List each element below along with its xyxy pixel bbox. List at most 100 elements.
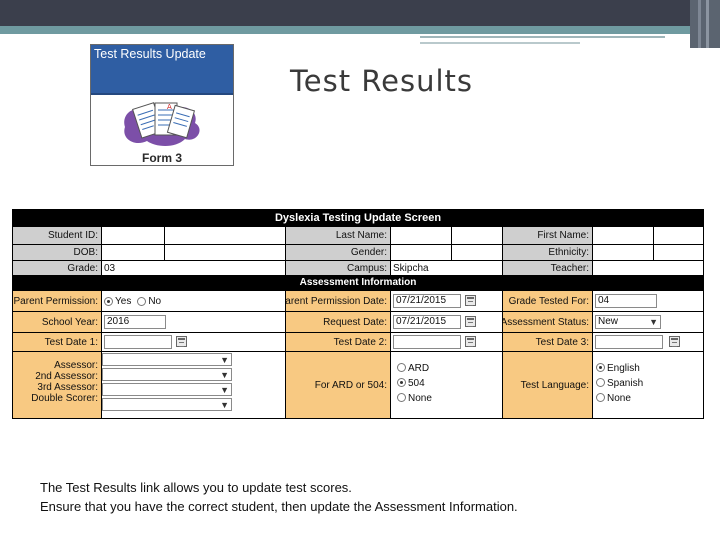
row-test-dates: Test Date 1: Test Date 2: Test Date 3:: [13, 333, 703, 351]
permission-yes-label: Yes: [115, 295, 132, 307]
second-assessor-label: 2nd Assessor:: [35, 371, 98, 382]
row-student-name: Student ID: Last Name: First Name:: [13, 227, 703, 244]
student-id-label: Student ID:: [13, 227, 101, 244]
test-date1-cell: [102, 333, 285, 351]
gender-extra: [452, 245, 502, 260]
chevron-down-icon: ▼: [220, 355, 229, 365]
campus-label: Campus:: [286, 261, 390, 275]
504-radio[interactable]: [397, 378, 406, 387]
double-scorer-label: Double Scorer:: [31, 393, 98, 404]
test-date2-cell: [391, 333, 502, 351]
third-assessor-label: 3rd Assessor:: [37, 382, 98, 393]
double-scorer-select[interactable]: ▼: [102, 398, 232, 411]
test-date1-label: Test Date 1:: [13, 333, 101, 351]
gender-value[interactable]: [391, 245, 451, 260]
button-footer: Form 3: [141, 151, 182, 165]
third-assessor-select[interactable]: ▼: [102, 383, 232, 396]
ard-option-label: ARD: [408, 363, 430, 374]
slide-header-bar: [0, 0, 720, 26]
chevron-down-icon: ▼: [220, 385, 229, 395]
first-name-label: First Name:: [503, 227, 592, 244]
row-school-year: School Year: 2016 Request Date: 07/21/20…: [13, 312, 703, 332]
school-year-cell: 2016: [102, 312, 285, 332]
504-option-label: 504: [408, 378, 425, 389]
header-rule: [420, 36, 665, 38]
first-name-value[interactable]: [593, 227, 653, 244]
language-none-radio[interactable]: [596, 393, 605, 402]
calendar-icon[interactable]: [465, 336, 476, 347]
english-option-label: English: [607, 363, 640, 374]
language-none-option-label: None: [607, 393, 631, 404]
dob-label: DOB:: [13, 245, 101, 260]
permission-date-cell: 07/21/2015: [391, 291, 502, 311]
student-id-extra: [165, 227, 285, 244]
grade-value: 03: [102, 261, 285, 275]
english-radio[interactable]: [596, 363, 605, 372]
permission-no-radio[interactable]: [137, 296, 147, 306]
slide-header-accent: [0, 26, 720, 34]
ethnicity-value[interactable]: [593, 245, 653, 260]
teacher-value: [593, 261, 703, 275]
test-date3-input[interactable]: [595, 335, 663, 349]
spanish-radio[interactable]: [596, 378, 605, 387]
request-date-label: Request Date:: [286, 312, 390, 332]
ard-radio[interactable]: [397, 363, 406, 372]
none-radio[interactable]: [397, 393, 406, 402]
caption-line-1: The Test Results link allows you to upda…: [40, 480, 352, 495]
school-year-input[interactable]: 2016: [104, 315, 166, 329]
corner-decoration: [690, 0, 720, 48]
caption-line-2: Ensure that you have the correct student…: [40, 499, 518, 514]
ard-504-label: For ARD or 504:: [286, 352, 390, 418]
grade-label: Grade:: [13, 261, 101, 275]
assessment-status-label: Assessment Status:: [503, 312, 592, 332]
assessment-status-cell: New ▼: [593, 312, 703, 332]
dyslexia-update-form: Dyslexia Testing Update Screen Student I…: [12, 209, 704, 419]
row-assessors: Assessor: 2nd Assessor: 3rd Assessor: Do…: [13, 352, 703, 418]
row-permission: Parent Permission: Yes No Parent Permiss…: [13, 291, 703, 311]
calendar-icon[interactable]: [176, 336, 187, 347]
ethnicity-extra: [654, 245, 703, 260]
assessor-labels: Assessor: 2nd Assessor: 3rd Assessor: Do…: [13, 352, 101, 418]
permission-date-label: Parent Permission Date:: [286, 291, 390, 311]
request-date-cell: 07/21/2015: [391, 312, 502, 332]
permission-date-input[interactable]: 07/21/2015: [393, 294, 461, 308]
calendar-icon[interactable]: [465, 316, 476, 327]
grade-tested-cell: 04: [593, 291, 703, 311]
row-school: Grade: 03 Campus: Skipcha Teacher:: [13, 261, 703, 275]
last-name-value[interactable]: [391, 227, 451, 244]
none-option-label: None: [408, 393, 432, 404]
teacher-label: Teacher:: [503, 261, 592, 275]
test-date2-input[interactable]: [393, 335, 461, 349]
test-papers-icon: A: [124, 102, 200, 146]
slide-title: Test Results: [290, 64, 474, 98]
test-date2-label: Test Date 2:: [286, 333, 390, 351]
first-name-extra: [654, 227, 703, 244]
svg-text:A: A: [167, 103, 172, 111]
test-date1-input[interactable]: [104, 335, 172, 349]
row-demographics: DOB: Gender: Ethnicity:: [13, 245, 703, 260]
assessment-status-select[interactable]: New ▼: [595, 315, 661, 329]
assessor-select[interactable]: ▼: [102, 353, 232, 366]
header-rule-short: [420, 42, 580, 44]
student-id-value[interactable]: [102, 227, 164, 244]
test-language-options: English Spanish None: [593, 352, 703, 418]
chevron-down-icon: ▼: [220, 400, 229, 410]
test-results-update-button[interactable]: Test Results Update A Form 3: [90, 44, 234, 166]
second-assessor-select[interactable]: ▼: [102, 368, 232, 381]
ard-504-options: ARD 504 None: [391, 352, 502, 418]
grade-tested-input[interactable]: 04: [595, 294, 657, 308]
test-language-label: Test Language:: [503, 352, 592, 418]
request-date-input[interactable]: 07/21/2015: [393, 315, 461, 329]
dob-value[interactable]: [102, 245, 164, 260]
calendar-icon[interactable]: [465, 295, 476, 306]
chevron-down-icon: ▼: [220, 370, 229, 380]
form-title: Dyslexia Testing Update Screen: [13, 210, 703, 226]
ethnicity-label: Ethnicity:: [503, 245, 592, 260]
permission-yes-radio[interactable]: [104, 296, 113, 306]
parent-permission-label: Parent Permission:: [13, 291, 101, 311]
permission-no-label: No: [148, 295, 162, 307]
test-date3-cell: [593, 333, 703, 351]
last-name-label: Last Name:: [286, 227, 390, 244]
school-year-label: School Year:: [13, 312, 101, 332]
calendar-icon[interactable]: [669, 336, 680, 347]
